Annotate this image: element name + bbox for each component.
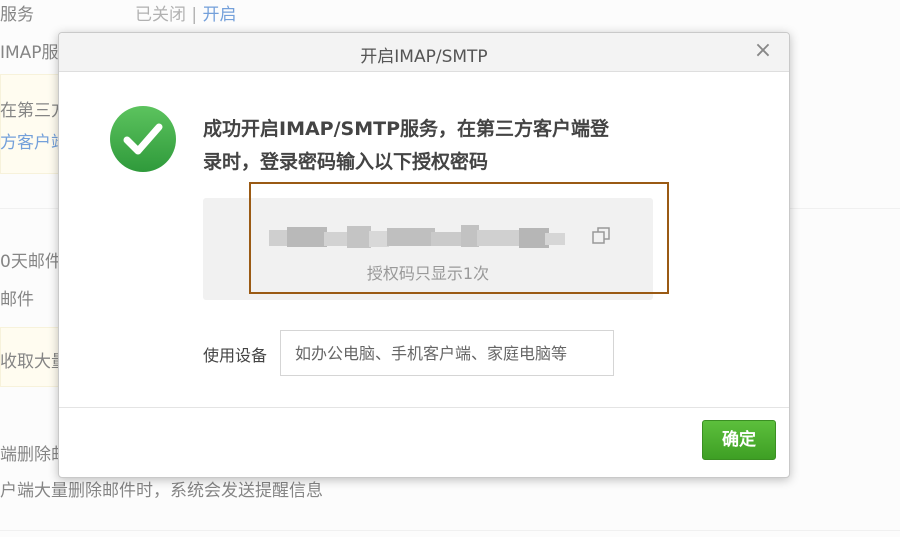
highlight-frame <box>249 182 669 294</box>
confirm-button[interactable]: 确定 <box>702 420 776 460</box>
check-circle-icon <box>110 106 176 172</box>
success-message: 成功开启IMAP/SMTP服务，在第三方客户端登 录时，登录密码输入以下授权密码 <box>203 113 673 179</box>
success-message-line: 录时，登录密码输入以下授权密码 <box>203 151 489 173</box>
dialog-header: 开启IMAP/SMTP × <box>59 33 789 72</box>
device-label: 使用设备 <box>203 346 268 365</box>
close-icon[interactable]: × <box>751 39 775 63</box>
device-input[interactable] <box>280 330 614 376</box>
footer-divider <box>59 407 789 408</box>
success-message-line: 成功开启IMAP/SMTP服务，在第三方客户端登 <box>203 118 610 140</box>
imap-smtp-dialog: 开启IMAP/SMTP × 成功开启IMAP/SMTP服务，在第三方客户端登 录… <box>58 32 790 478</box>
dialog-title: 开启IMAP/SMTP <box>360 47 488 67</box>
